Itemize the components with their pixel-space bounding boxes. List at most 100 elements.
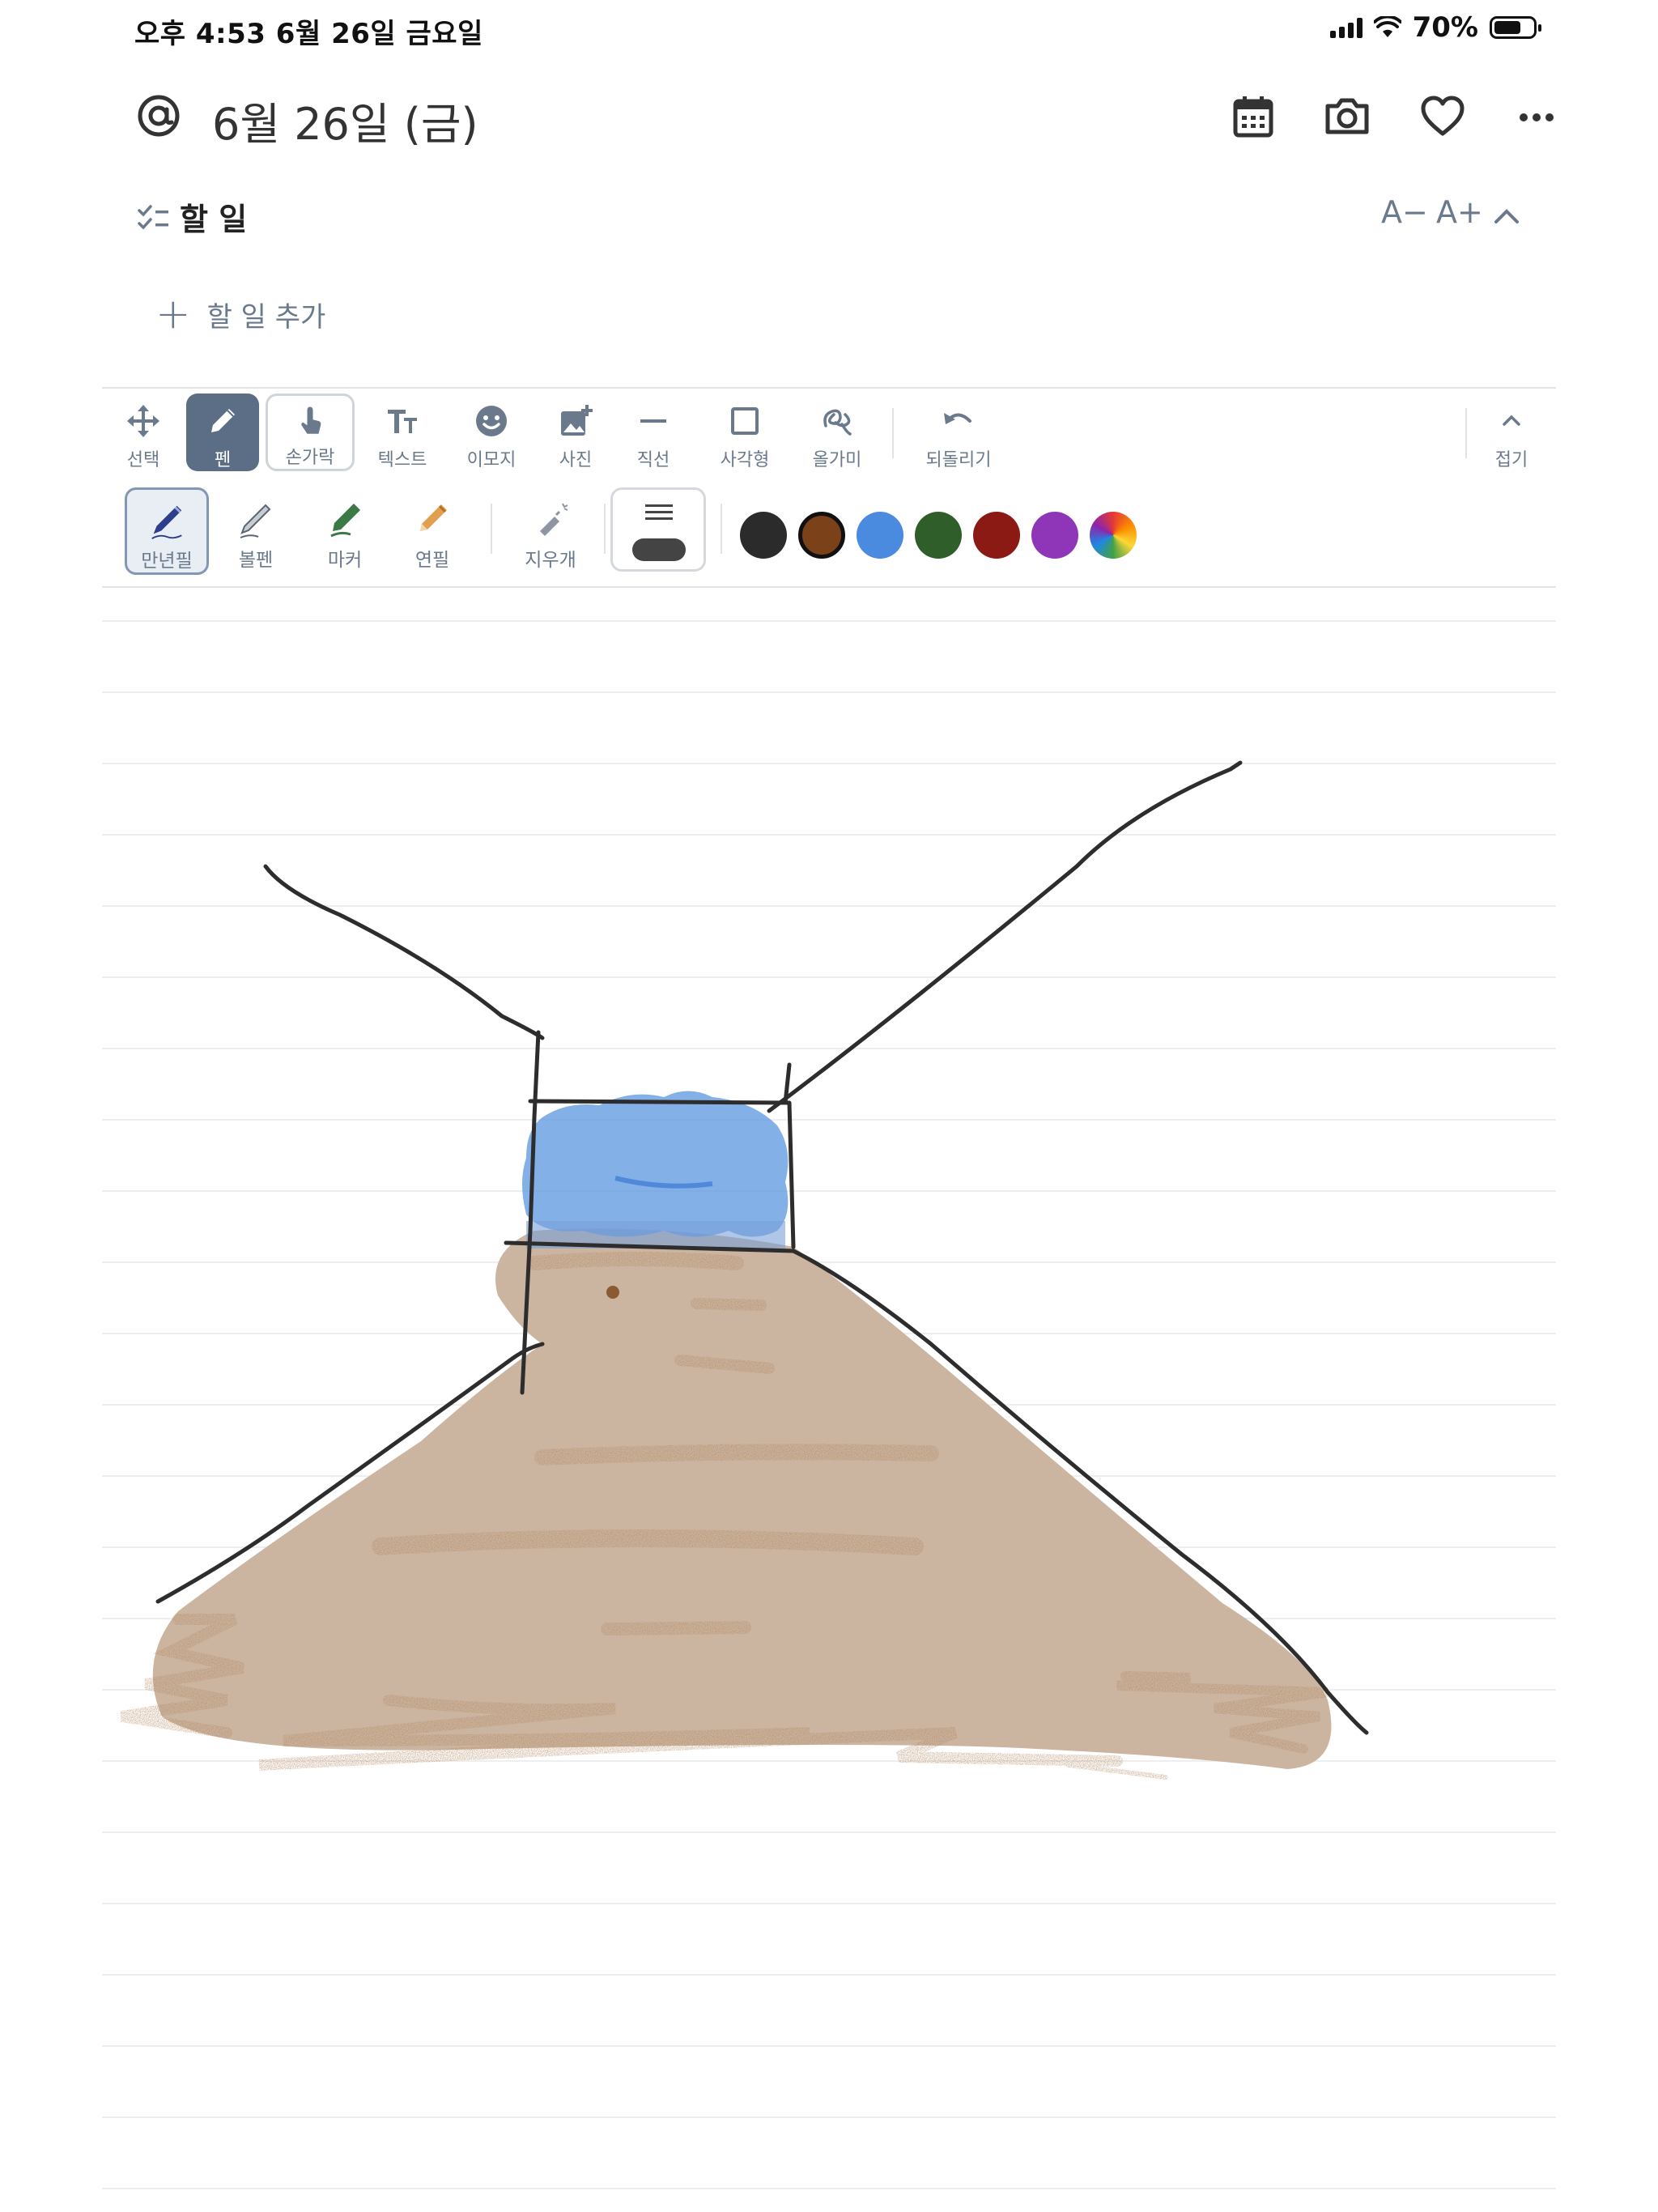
finger-touch-icon xyxy=(301,406,321,434)
page-title[interactable]: 6월 26일 (금) xyxy=(212,88,478,152)
ruled-line xyxy=(102,1903,1556,1904)
toolbar-separator xyxy=(892,408,894,458)
tool-line[interactable]: 직선 xyxy=(617,393,690,471)
ruled-line xyxy=(102,905,1556,907)
ruled-line xyxy=(102,1760,1556,1762)
chevron-up-icon xyxy=(1503,415,1520,426)
drawing-toolbar: 선택 펜 손가락 텍스트 이모지 사진 직선 사각형 올가미 되돌리기 접기 xyxy=(102,390,1556,478)
pen-label: 만년필 xyxy=(141,551,193,572)
chevron-up-icon[interactable] xyxy=(1488,198,1525,235)
ruled-line xyxy=(102,620,1556,622)
tool-label: 손가락 xyxy=(285,448,335,468)
color-picker-swatch[interactable] xyxy=(1090,512,1137,559)
ruled-line xyxy=(102,1190,1556,1192)
emoji-icon xyxy=(476,406,507,436)
tool-select[interactable]: 선택 xyxy=(107,393,180,471)
tool-undo[interactable]: 되돌리기 xyxy=(907,393,1010,471)
at-sign-icon[interactable] xyxy=(134,91,183,140)
ruled-line xyxy=(102,1261,1556,1263)
plus-icon: + xyxy=(155,290,191,338)
color-swatch[interactable] xyxy=(740,512,787,559)
pen-label: 지우개 xyxy=(525,550,576,571)
eraser-icon xyxy=(540,503,568,536)
stroke-width-preview xyxy=(632,538,686,561)
tool-photo[interactable]: 사진 xyxy=(539,393,612,471)
tool-rectangle[interactable]: 사각형 xyxy=(704,393,785,471)
pen-marker[interactable]: 마커 xyxy=(303,487,387,575)
heart-icon xyxy=(1421,96,1465,136)
add-todo-label: 할 일 추가 xyxy=(206,300,326,334)
tool-lasso[interactable]: 올가미 xyxy=(797,393,878,471)
ruled-line xyxy=(102,976,1556,978)
ruled-line xyxy=(102,1333,1556,1334)
ruled-line xyxy=(102,2188,1556,2189)
color-swatch[interactable] xyxy=(915,512,962,559)
tool-label: 직선 xyxy=(636,450,670,470)
tool-text[interactable]: 텍스트 xyxy=(366,393,439,471)
tool-emoji[interactable]: 이모지 xyxy=(455,393,528,471)
pen-label: 연필 xyxy=(414,550,450,571)
add-todo-button[interactable]: + 할 일 추가 xyxy=(155,293,325,335)
battery-icon xyxy=(1490,16,1541,39)
ballpoint-pen-icon xyxy=(240,504,271,538)
pen-fountain[interactable]: 만년필 xyxy=(125,487,209,575)
tool-label: 올가미 xyxy=(812,450,862,470)
ruled-line xyxy=(102,763,1556,764)
signal-icon xyxy=(1329,17,1363,38)
color-swatch[interactable] xyxy=(1031,512,1078,559)
width-lines-icon xyxy=(645,504,673,524)
more-button[interactable] xyxy=(1511,90,1562,142)
pen-ballpoint[interactable]: 볼펜 xyxy=(214,487,298,575)
color-swatch[interactable] xyxy=(798,512,845,559)
add-photo-icon xyxy=(561,405,593,436)
calendar-icon xyxy=(1233,96,1273,138)
ruled-line xyxy=(102,1831,1556,1833)
calendar-button[interactable] xyxy=(1227,90,1279,142)
checklist-icon xyxy=(138,205,168,230)
wifi-icon xyxy=(1373,16,1401,37)
tray-separator xyxy=(604,504,606,554)
tool-label: 사진 xyxy=(559,450,593,470)
tool-label: 선택 xyxy=(126,450,160,470)
tool-label: 텍스트 xyxy=(377,450,427,470)
status-time-date: 오후 4:53 6월 26일 금요일 xyxy=(134,18,483,50)
font-decrease-button[interactable]: A− xyxy=(1381,194,1428,230)
status-bar: 오후 4:53 6월 26일 금요일 70% xyxy=(0,0,1658,65)
ruled-line xyxy=(102,1689,1556,1691)
favorite-button[interactable] xyxy=(1417,90,1469,142)
ruled-line xyxy=(102,2116,1556,2118)
pencil-tool-icon xyxy=(420,504,447,531)
undo-icon xyxy=(944,413,971,424)
tool-label: 접기 xyxy=(1494,450,1528,470)
camera-button[interactable] xyxy=(1321,90,1373,142)
pen-tray: 만년필 볼펜 마커 연필 지우개 xyxy=(102,479,1556,585)
pen-label: 마커 xyxy=(327,550,363,571)
ruled-line xyxy=(102,1546,1556,1548)
divider xyxy=(102,387,1556,389)
toolbar-separator xyxy=(1465,408,1467,458)
camera-icon xyxy=(1325,98,1369,134)
pen-pencil[interactable]: 연필 xyxy=(390,487,474,575)
pen-eraser[interactable]: 지우개 xyxy=(502,487,599,575)
ruled-line xyxy=(102,1404,1556,1406)
ruled-line xyxy=(102,691,1556,693)
tool-pen[interactable]: 펜 xyxy=(186,393,259,471)
ruled-line xyxy=(102,834,1556,836)
drawing-canvas[interactable] xyxy=(102,588,1556,2212)
tool-finger[interactable]: 손가락 xyxy=(266,393,355,471)
color-swatch[interactable] xyxy=(857,512,903,559)
font-increase-button[interactable]: A+ xyxy=(1436,194,1483,230)
more-icon xyxy=(1520,113,1554,121)
status-indicators: 70% xyxy=(1329,11,1541,44)
square-icon xyxy=(731,407,759,435)
stroke-width-button[interactable] xyxy=(610,487,706,572)
ruled-line xyxy=(102,1618,1556,1619)
tool-collapse[interactable]: 접기 xyxy=(1475,393,1548,471)
ruled-line xyxy=(102,2045,1556,2047)
battery-percent: 70% xyxy=(1412,11,1478,44)
pencil-icon xyxy=(211,409,235,432)
move-arrows-icon xyxy=(127,405,159,437)
lasso-icon xyxy=(823,409,852,436)
tray-separator xyxy=(721,504,722,554)
color-swatch[interactable] xyxy=(973,512,1020,559)
